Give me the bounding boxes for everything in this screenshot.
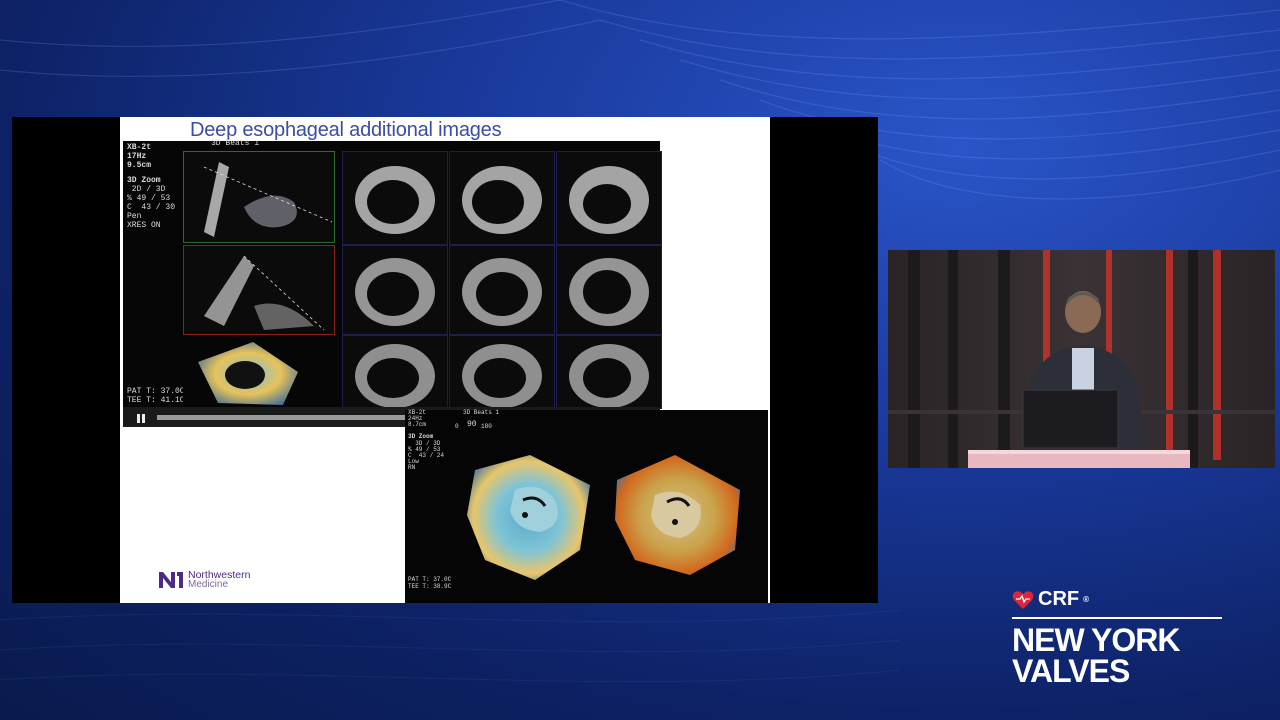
echo-video-player[interactable]: XB-2t 17Hz 9.5cm 3D Zoom 2D / 3D % 49 / …: [123, 139, 662, 427]
mitral-valve-renders: [467, 455, 740, 580]
northwestern-n-icon: [159, 572, 183, 588]
echo-zoom-label: 3D Zoom: [127, 176, 161, 185]
crf-new-york-valves-logo: CRF ® NEW YORK VALVES: [1012, 588, 1222, 687]
crf-text: CRF: [1038, 588, 1080, 610]
echo-slice: [449, 151, 555, 245]
pause-button[interactable]: [135, 411, 147, 423]
echo-panel-3d-render: [183, 337, 333, 407]
logo-line2: Medicine: [188, 579, 229, 590]
crf-logo: CRF ®: [1012, 588, 1222, 611]
echo-header: XB-2t 17Hz 9.5cm: [127, 143, 152, 170]
speaker-video-feed: [888, 250, 1275, 468]
echo-slice: [342, 335, 448, 409]
new-york-text: NEW YORK: [1012, 621, 1180, 658]
northwestern-medicine-logo: Northwestern Medicine: [158, 570, 250, 590]
echo-slice: [556, 335, 662, 409]
heart-icon: [1012, 590, 1034, 609]
crf-registered: ®: [1083, 595, 1090, 604]
echo-panel-title: 3D Beats 1: [211, 139, 260, 148]
valves-text: VALVES: [1012, 652, 1130, 689]
echo-slice: [556, 151, 662, 245]
echo-panel-sagittal: [183, 151, 335, 243]
brand-divider: [1012, 617, 1222, 619]
echo-slice: [556, 245, 662, 335]
echo-slice: [342, 245, 448, 335]
pause-icon: [137, 414, 145, 423]
echo-slice: [449, 335, 555, 409]
echo-temps: PAT T: 37.0C TEE T: 41.1C: [127, 387, 185, 405]
echo-slice: [342, 151, 448, 245]
echo-panel-coronal: [183, 245, 335, 335]
echo-3d-valve-video[interactable]: XB-2t 24Hz 8.7cm 3D Beats 1 3D Zoom 3D /…: [405, 410, 768, 603]
echo-zoom-settings: 2D / 3D % 49 / 53 C 43 / 30 Pen XRES ON: [127, 185, 176, 230]
echo-slice: [449, 245, 555, 335]
